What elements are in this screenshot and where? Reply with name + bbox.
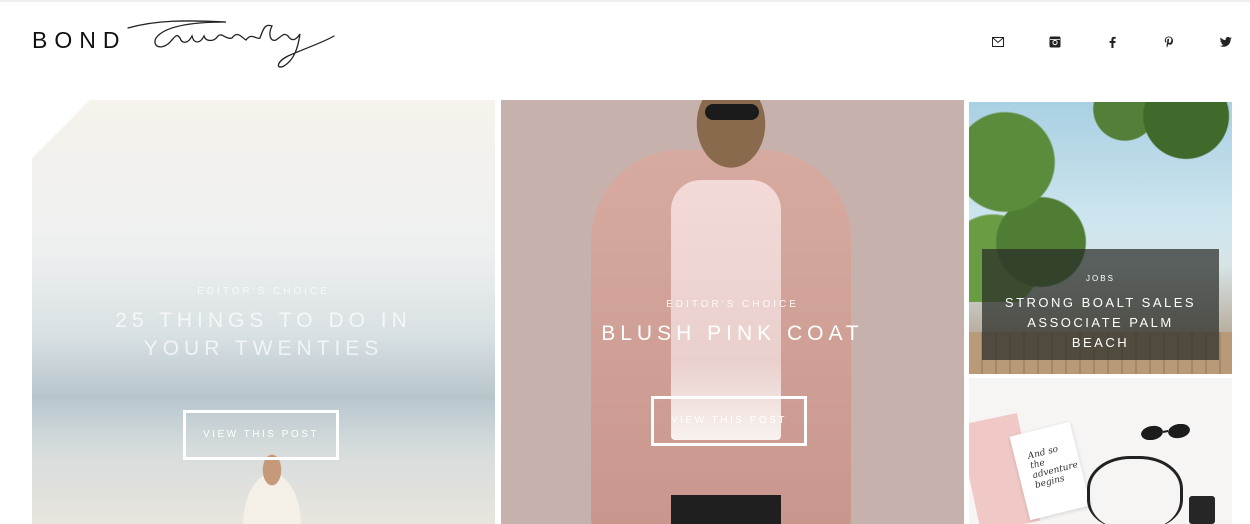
instagram-icon[interactable]: [1046, 33, 1064, 51]
facebook-icon[interactable]: [1103, 33, 1121, 51]
pinterest-icon[interactable]: [1160, 33, 1178, 51]
logo-bond-text: BOND: [32, 27, 127, 53]
post-overlay-1: EDITOR'S CHOICE 25 THINGS TO DO IN YOUR …: [32, 286, 495, 460]
mail-icon[interactable]: [989, 33, 1007, 51]
view-post-button[interactable]: VIEW THIS POST: [183, 410, 339, 460]
post-kicker: EDITOR'S CHOICE: [666, 299, 799, 310]
sunglasses-icon: [1141, 424, 1190, 440]
leaves-image: [1079, 102, 1232, 172]
site-logo[interactable]: BOND: [32, 14, 342, 70]
corner-cutout: [32, 100, 90, 158]
post-kicker: EDITOR'S CHOICE: [197, 286, 330, 297]
nail-polish-image: [1189, 496, 1215, 524]
jobs-overlay[interactable]: JOBS STRONG BOALT SALES ASSOCIATE PALM B…: [982, 249, 1219, 360]
sunglasses-image: [705, 104, 759, 120]
view-post-button[interactable]: VIEW THIS POST: [651, 396, 807, 446]
top-border: [0, 0, 1250, 2]
post-title[interactable]: 25 THINGS TO DO IN YOUR TWENTIES: [32, 307, 495, 363]
post-title[interactable]: STRONG BOALT SALES ASSOCIATE PALM BEACH: [982, 293, 1219, 353]
logo-twenty-script: [127, 20, 335, 68]
post-overlay-2: EDITOR'S CHOICE BLUSH PINK COAT VIEW THI…: [501, 299, 964, 446]
twitter-icon[interactable]: [1217, 33, 1235, 51]
post-title[interactable]: BLUSH PINK COAT: [501, 320, 964, 348]
post-tile-flatlay[interactable]: And so the adventure begins: [969, 378, 1232, 524]
necklace-image: [1087, 456, 1183, 524]
post-kicker: JOBS: [1086, 274, 1115, 283]
jeans-image: [671, 495, 781, 524]
